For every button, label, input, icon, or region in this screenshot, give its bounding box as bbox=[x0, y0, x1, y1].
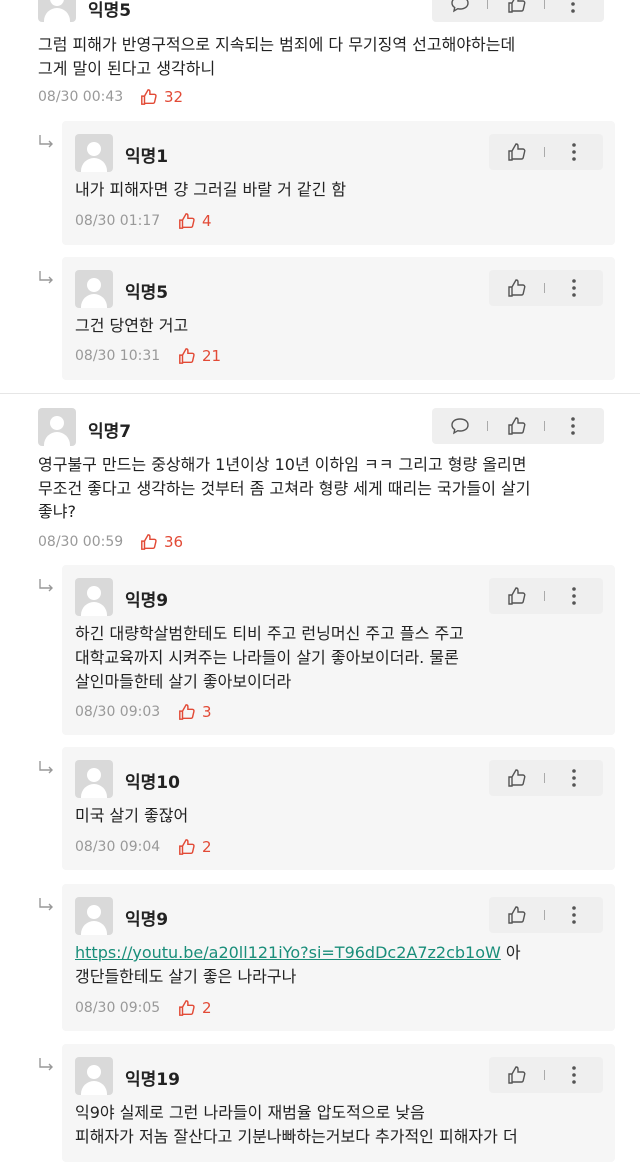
reply-time: 08/30 01:17 bbox=[75, 213, 161, 229]
thumbs-up-icon[interactable] bbox=[140, 88, 158, 106]
reply-text-line: 하긴 대량학살범한테도 티비 주고 런닝머신 주고 플스 주고 bbox=[75, 624, 464, 643]
reply-arrow-icon bbox=[39, 761, 53, 774]
thumbs-up-icon[interactable] bbox=[178, 703, 196, 721]
more-vertical-icon[interactable] bbox=[571, 1065, 577, 1085]
thumbs-up-icon[interactable] bbox=[507, 586, 527, 606]
comment-icon[interactable] bbox=[450, 0, 470, 13]
reply-arrow-icon bbox=[39, 898, 53, 911]
more-vertical-icon[interactable] bbox=[571, 586, 577, 606]
thumbs-up-icon[interactable] bbox=[507, 416, 527, 436]
reply-text-line: 대학교육까지 시켜주는 나라들이 살기 좋아보이더라. 물론 bbox=[75, 648, 459, 667]
avatar bbox=[38, 408, 76, 446]
thumbs-up-icon[interactable] bbox=[140, 533, 158, 551]
thumbs-up-icon[interactable] bbox=[178, 838, 196, 856]
reply-text-line: 그건 당연한 거고 bbox=[75, 316, 189, 335]
comment-author: 익명5 bbox=[88, 1, 132, 21]
reply: 익명19 익9야 실제로 그런 나라들이 재범율 압도적으로 낮음 피해자가 저… bbox=[62, 1044, 615, 1162]
reply-actions bbox=[489, 270, 603, 306]
reply: 익명9 하긴 대량학살범한테도 티비 주고 런닝머신 주고 플스 주고 대학교육… bbox=[62, 565, 615, 735]
reply-author: 익명19 bbox=[125, 1070, 180, 1090]
thumbs-up-icon[interactable] bbox=[178, 999, 196, 1017]
like-count: 2 bbox=[202, 838, 212, 856]
comment-icon[interactable] bbox=[450, 417, 470, 435]
avatar bbox=[75, 760, 113, 798]
comment-text-line: 좋냐? bbox=[38, 502, 76, 521]
comment-text-line: 영구불구 만드는 중상해가 1년이상 10년 이하임 ㅋㅋ 그리고 형량 올리면 bbox=[38, 455, 527, 474]
link-suffix: 아 bbox=[500, 943, 521, 962]
reply-actions bbox=[489, 760, 603, 796]
avatar bbox=[75, 578, 113, 616]
reply: 익명10 미국 살기 좋잖어 08/30 09:04 2 bbox=[62, 747, 615, 870]
more-vertical-icon[interactable] bbox=[571, 768, 577, 788]
more-vertical-icon[interactable] bbox=[571, 278, 577, 298]
avatar bbox=[38, 0, 76, 22]
reply-time: 08/30 09:04 bbox=[75, 839, 161, 855]
avatar bbox=[75, 897, 113, 935]
comment-text-line: 무조건 좋다고 생각하는 것부터 좀 고쳐라 형량 세게 때리는 국가들이 살기 bbox=[38, 479, 531, 498]
like-count: 2 bbox=[202, 999, 212, 1017]
reply-actions bbox=[489, 897, 603, 933]
like-count: 3 bbox=[202, 703, 212, 721]
reply-time: 08/30 09:03 bbox=[75, 704, 161, 720]
avatar bbox=[75, 134, 113, 172]
reply-text-line: 미국 살기 좋잖어 bbox=[75, 806, 189, 825]
reply-text-line: 내가 피해자면 걍 그러길 바랄 거 같긴 함 bbox=[75, 180, 347, 199]
reply-arrow-icon bbox=[39, 135, 53, 148]
reply-arrow-icon bbox=[39, 579, 53, 592]
comment-text-line: 그게 말이 된다고 생각하니 bbox=[38, 59, 216, 78]
reply-author: 익명9 bbox=[125, 910, 169, 930]
thumbs-up-icon[interactable] bbox=[507, 0, 527, 14]
thumbs-up-icon[interactable] bbox=[507, 1065, 527, 1085]
more-vertical-icon[interactable] bbox=[571, 142, 577, 162]
reply-time: 08/30 09:05 bbox=[75, 1000, 161, 1016]
reply-text-line: 살인마들한테 살기 좋아보이더라 bbox=[75, 672, 292, 691]
comment-author: 익명7 bbox=[88, 422, 132, 442]
thumbs-up-icon[interactable] bbox=[507, 768, 527, 788]
like-count: 4 bbox=[202, 212, 212, 230]
reply: 익명9 https://youtu.be/a20ll121iYo?si=T96d… bbox=[62, 884, 615, 1031]
thumbs-up-icon[interactable] bbox=[178, 212, 196, 230]
reply-actions bbox=[489, 1057, 603, 1093]
avatar bbox=[75, 1057, 113, 1095]
reply-actions bbox=[489, 134, 603, 170]
comment-time: 08/30 00:43 bbox=[38, 89, 124, 105]
reply: 익명1 내가 피해자면 걍 그러길 바랄 거 같긴 함 08/30 01:17 … bbox=[62, 121, 615, 245]
comment-text-line: 그럼 피해가 반영구적으로 지속되는 범죄에 다 무기징역 선고해야하는데 bbox=[38, 35, 516, 54]
reply-text-line: 갱단들한테도 살기 좋은 나라구나 bbox=[75, 967, 297, 986]
reply: 익명5 그건 당연한 거고 08/30 10:31 21 bbox=[62, 257, 615, 380]
comment-time: 08/30 00:59 bbox=[38, 534, 124, 550]
reply-arrow-icon bbox=[39, 271, 53, 284]
like-count: 32 bbox=[164, 88, 184, 106]
comment-actions bbox=[432, 408, 604, 444]
avatar bbox=[75, 270, 113, 308]
reply-author: 익명9 bbox=[125, 591, 169, 611]
comment-actions bbox=[432, 0, 604, 22]
reply-text-line: 익9야 실제로 그런 나라들이 재범율 압도적으로 낮음 bbox=[75, 1103, 425, 1122]
thumbs-up-icon[interactable] bbox=[507, 278, 527, 298]
more-vertical-icon[interactable] bbox=[571, 905, 577, 925]
reply-author: 익명5 bbox=[125, 283, 169, 303]
reply-author: 익명1 bbox=[125, 147, 169, 167]
more-vertical-icon[interactable] bbox=[570, 0, 576, 14]
divider bbox=[0, 393, 640, 394]
reply-arrow-icon bbox=[39, 1058, 53, 1071]
reply-text-line: https://youtu.be/a20ll121iYo?si=T96dDc2A… bbox=[75, 941, 521, 965]
thumbs-up-icon[interactable] bbox=[178, 347, 196, 365]
reply-actions bbox=[489, 578, 603, 614]
thumbs-up-icon[interactable] bbox=[507, 905, 527, 925]
like-count: 36 bbox=[164, 533, 184, 551]
like-count: 21 bbox=[202, 347, 222, 365]
more-vertical-icon[interactable] bbox=[570, 416, 576, 436]
reply-author: 익명10 bbox=[125, 773, 180, 793]
thumbs-up-icon[interactable] bbox=[507, 142, 527, 162]
reply-time: 08/30 10:31 bbox=[75, 348, 161, 364]
youtube-link[interactable]: https://youtu.be/a20ll121iYo?si=T96dDc2A… bbox=[75, 943, 501, 962]
reply-text-line: 피해자가 저놈 잘산다고 기분나빠하는거보다 추가적인 피해자가 더 bbox=[75, 1127, 518, 1146]
